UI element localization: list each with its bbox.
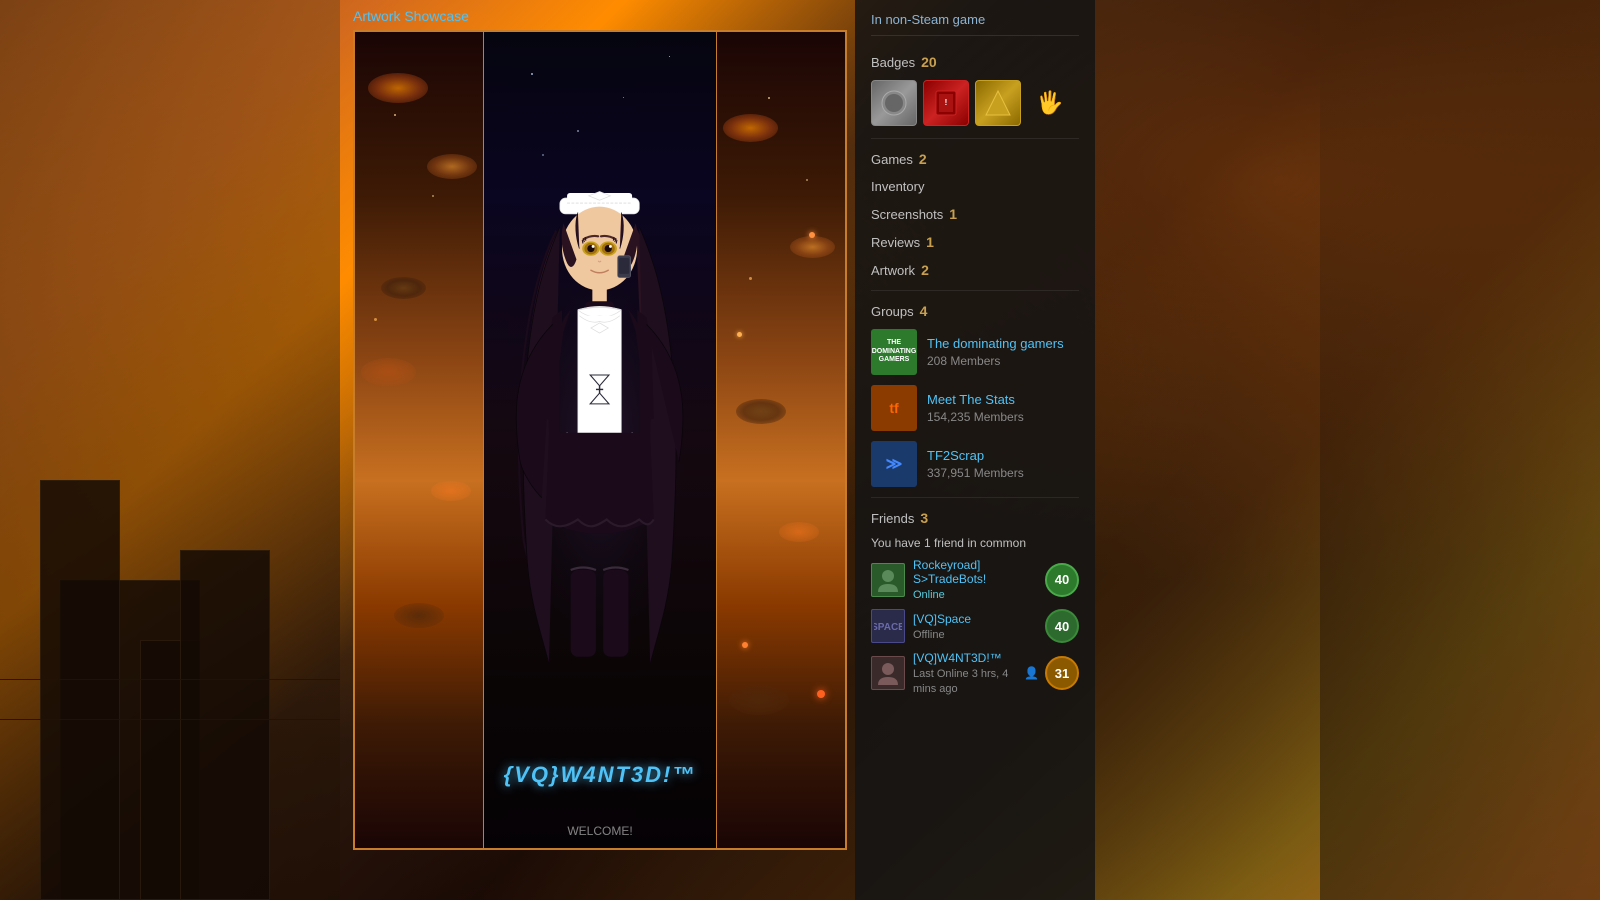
inventory-section-row[interactable]: Inventory [871, 177, 1079, 196]
artwork-section-row[interactable]: Artwork 2 [871, 260, 1079, 280]
friend-name-0: Rockeyroad] S>TradeBots! [913, 558, 1045, 586]
artwork-frame-center[interactable]: {VQ}W4NT3D!™ WELCOME! [484, 32, 716, 848]
reviews-section-row[interactable]: Reviews 1 [871, 232, 1079, 252]
group-name-0: The dominating gamers [927, 336, 1064, 351]
username-watermark: {VQ}W4NT3D!™ [504, 762, 697, 788]
friend-status-1: Offline [913, 629, 945, 641]
badges-count: 20 [921, 54, 937, 70]
divider-2 [871, 290, 1079, 291]
games-count: 2 [919, 151, 927, 167]
artwork-label: Artwork [871, 263, 915, 278]
screenshots-count: 1 [949, 206, 957, 222]
friend-info-1: [VQ]Space Offline [913, 612, 1045, 641]
friend-info-2: [VQ]W4NT3D!™ Last Online 3 hrs, 4 mins a… [913, 651, 1024, 695]
badge-red[interactable]: ! [923, 80, 969, 126]
artwork-count: 2 [921, 262, 929, 278]
friend-status-0: Online [913, 589, 945, 601]
screenshots-label: Screenshots [871, 207, 943, 222]
group-info-0: The dominating gamers 208 Members [927, 336, 1064, 368]
center-panel: Artwork Showcase [345, 0, 855, 900]
groups-label: Groups [871, 304, 914, 319]
group-name-1: Meet The Stats [927, 392, 1024, 407]
friend-item-2[interactable]: [VQ]W4NT3D!™ Last Online 3 hrs, 4 mins a… [871, 651, 1079, 695]
inventory-label: Inventory [871, 179, 924, 194]
group-info-1: Meet The Stats 154,235 Members [927, 392, 1024, 424]
svg-text:!: ! [945, 98, 948, 107]
reviews-count: 1 [926, 234, 934, 250]
welcome-text: WELCOME! [567, 824, 632, 838]
friend-info-0: Rockeyroad] S>TradeBots! Online [913, 558, 1045, 601]
reviews-label: Reviews [871, 235, 920, 250]
group-icon-1: tf [871, 385, 917, 431]
left-spacer [0, 0, 345, 900]
divider-3 [871, 497, 1079, 498]
badge-yellow[interactable] [975, 80, 1021, 126]
friend-status-2: Last Online 3 hrs, 4 mins ago [913, 668, 1008, 695]
group-item-1[interactable]: tf Meet The Stats 154,235 Members [871, 385, 1079, 431]
group-members-0: 208 Members [927, 354, 1000, 368]
group-info-2: TF2Scrap 337,951 Members [927, 448, 1024, 480]
svg-text:SPACE: SPACE [874, 622, 902, 633]
group-members-1: 154,235 Members [927, 410, 1024, 424]
status-bar: In non-Steam game [871, 12, 1079, 36]
friend-level-2: 31 [1045, 656, 1079, 690]
friend-name-1: [VQ]Space [913, 612, 1045, 626]
right-sidebar: In non-Steam game Badges 20 ! [855, 0, 1095, 900]
friend-common-text: You have 1 friend in common [871, 536, 1079, 550]
showcase-title: Artwork Showcase [353, 8, 847, 24]
badge-hand[interactable]: 🖐 [1027, 80, 1073, 126]
friends-count: 3 [920, 510, 928, 526]
group-item-0[interactable]: THEDOMINATINGGAMERS The dominating gamer… [871, 329, 1079, 375]
badge-gray[interactable] [871, 80, 917, 126]
friend-avatar-2 [871, 656, 905, 690]
friends-section: Friends 3 You have 1 friend in common Ro… [871, 508, 1079, 695]
group-members-2: 337,951 Members [927, 466, 1024, 480]
group-name-2: TF2Scrap [927, 448, 1024, 463]
badges-label: Badges [871, 55, 915, 70]
group-item-2[interactable]: ≫ TF2Scrap 337,951 Members [871, 441, 1079, 487]
artwork-frame-right[interactable] [717, 32, 845, 848]
badges-section-row: Badges 20 [871, 52, 1079, 72]
friend-item-1[interactable]: SPACE [VQ]Space Offline 40 [871, 609, 1079, 643]
friend-item-0[interactable]: Rockeyroad] S>TradeBots! Online 40 [871, 558, 1079, 601]
friend-level-0: 40 [1045, 563, 1079, 597]
friend-avatar-1: SPACE [871, 609, 905, 643]
friends-section-row: Friends 3 [871, 508, 1079, 528]
screenshots-section-row[interactable]: Screenshots 1 [871, 204, 1079, 224]
badges-row: ! 🖐 [871, 80, 1079, 126]
artwork-frame-left[interactable] [355, 32, 484, 848]
character-svg [484, 32, 715, 848]
games-section-row[interactable]: Games 2 [871, 149, 1079, 169]
group-icon-2: ≫ [871, 441, 917, 487]
friend-mutual-icon: 👤 [1024, 666, 1039, 680]
games-label: Games [871, 152, 913, 167]
groups-section-row: Groups 4 [871, 301, 1079, 321]
friend-level-1: 40 [1045, 609, 1079, 643]
groups-count: 4 [920, 303, 928, 319]
friends-label: Friends [871, 511, 914, 526]
friend-avatar-0 [871, 563, 905, 597]
artwork-frames: {VQ}W4NT3D!™ WELCOME! [353, 30, 847, 850]
groups-section: Groups 4 THEDOMINATINGGAMERS The dominat… [871, 301, 1079, 487]
divider-1 [871, 138, 1079, 139]
group-icon-0: THEDOMINATINGGAMERS [871, 329, 917, 375]
friend-name-2: [VQ]W4NT3D!™ [913, 651, 1024, 665]
